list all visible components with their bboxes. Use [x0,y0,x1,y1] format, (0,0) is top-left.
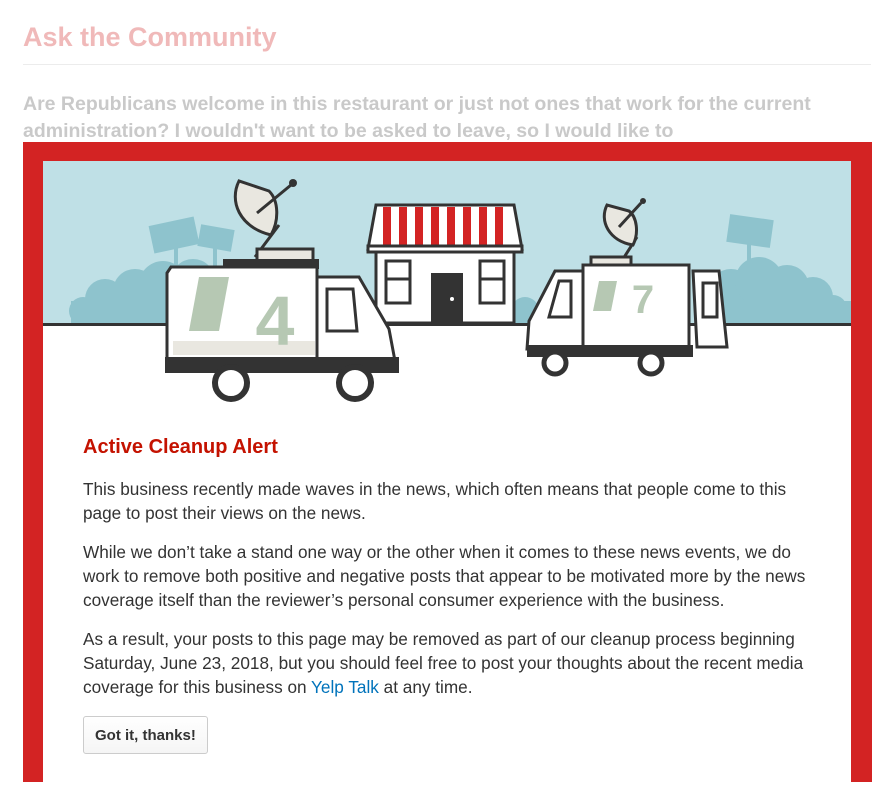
cleanup-alert-modal: 4 7 Active Cleanup Alert This business r… [43,161,851,801]
question-text: Are Republicans welcome in this restaura… [23,93,811,142]
paragraph-3-text-after: at any time. [378,677,473,697]
van-left-number: 4 [256,282,295,360]
alert-paragraph-3: As a result, your posts to this page may… [83,627,813,699]
alert-content: Active Cleanup Alert This business recen… [83,436,813,754]
alert-paragraph-1: This business recently made waves in the… [83,479,787,523]
title-divider [23,64,871,65]
yelp-talk-link[interactable]: Yelp Talk [311,677,379,697]
modal-overlay-frame: 4 7 Active Cleanup Alert This business r… [23,142,872,801]
page-title: Ask the Community [23,22,277,52]
news-vans-illustration: 4 7 [43,161,851,411]
van-right-number: 7 [632,278,654,322]
alert-title: Active Cleanup Alert [83,436,278,458]
storefront-building [366,203,524,325]
got-it-button[interactable]: Got it, thanks! [83,716,208,754]
alert-paragraph-2: While we don’t take a stand one way or t… [83,542,806,610]
